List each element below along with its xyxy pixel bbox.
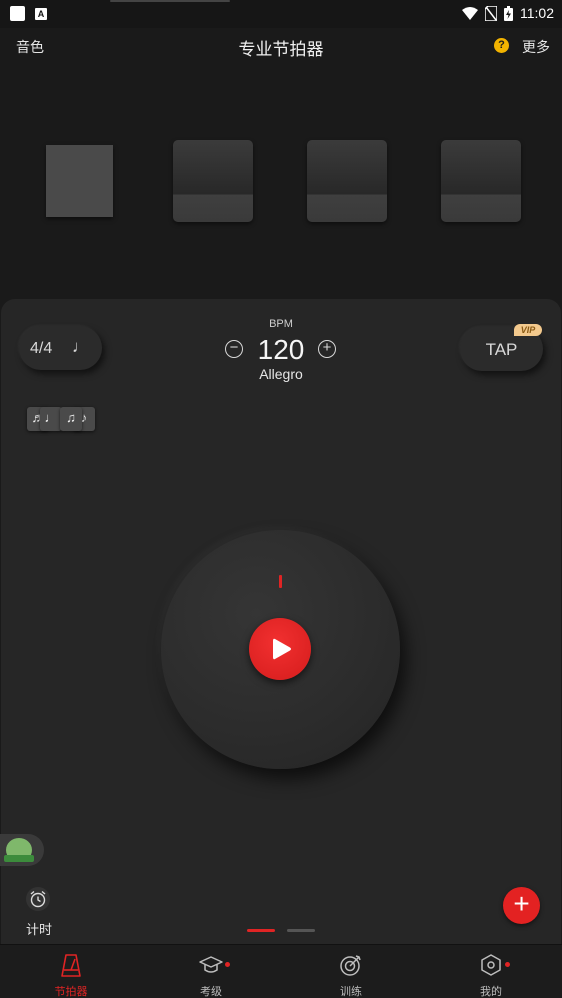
beat-block-3[interactable] xyxy=(307,140,387,222)
alarm-clock-icon[interactable] xyxy=(26,887,50,911)
play-icon xyxy=(273,638,291,660)
no-sim-icon xyxy=(485,5,497,21)
help-icon[interactable]: ? xyxy=(494,38,509,53)
nav-metronome[interactable]: 节拍器 xyxy=(1,945,141,998)
notification-square-icon xyxy=(10,6,25,21)
rhythm-card-icon[interactable]: ♩ xyxy=(40,407,62,431)
rhythm-pattern-selector[interactable]: ♬ ♩ ♫ ♪ xyxy=(27,403,95,433)
nav-notification-dot xyxy=(505,962,510,967)
more-button[interactable]: 更多 xyxy=(522,37,550,57)
beat-block-2[interactable] xyxy=(173,140,253,222)
add-button[interactable]: + xyxy=(503,887,540,924)
nav-label: 考级 xyxy=(200,986,222,998)
nav-label: 节拍器 xyxy=(54,986,88,998)
nav-label: 训练 xyxy=(340,986,362,998)
rhythm-card-icon[interactable]: ♫ xyxy=(60,407,82,431)
mascot-tag xyxy=(4,855,34,862)
bottom-nav: 节拍器 考级 训练 我的 xyxy=(0,944,562,998)
nav-profile[interactable]: 我的 xyxy=(421,945,561,998)
nav-training[interactable]: 训练 xyxy=(281,945,421,998)
beat-indicators xyxy=(0,64,562,300)
metronome-icon xyxy=(61,954,81,977)
notification-app-icon: A xyxy=(35,7,47,20)
hexagon-gear-icon xyxy=(481,954,501,976)
timer-label[interactable]: 计时 xyxy=(26,919,52,938)
beat-block-4[interactable] xyxy=(441,140,521,222)
graduation-cap-icon xyxy=(199,956,223,973)
mascot-promo-button[interactable] xyxy=(0,834,44,866)
tap-label: TAP xyxy=(485,340,518,359)
increase-bpm-button[interactable]: + xyxy=(318,340,336,358)
camera-notch xyxy=(110,0,230,2)
play-button[interactable] xyxy=(249,618,311,680)
battery-charging-icon xyxy=(504,5,513,21)
top-bar: 音色 专业节拍器 ? 更多 xyxy=(0,28,562,64)
dial-indicator xyxy=(279,575,282,588)
status-bar: A 11:02 xyxy=(0,0,562,28)
nav-exam[interactable]: 考级 xyxy=(141,945,281,998)
nav-notification-dot xyxy=(225,962,230,967)
page-indicator-inactive xyxy=(287,929,315,932)
beat-block-1[interactable] xyxy=(46,145,113,217)
page-title: 专业节拍器 xyxy=(238,40,324,59)
nav-label: 我的 xyxy=(480,986,502,998)
wifi-icon xyxy=(462,6,478,20)
vip-badge: VIP xyxy=(514,324,542,336)
target-icon xyxy=(340,955,361,976)
page-indicator-active xyxy=(247,929,275,932)
clock: 11:02 xyxy=(520,5,554,21)
